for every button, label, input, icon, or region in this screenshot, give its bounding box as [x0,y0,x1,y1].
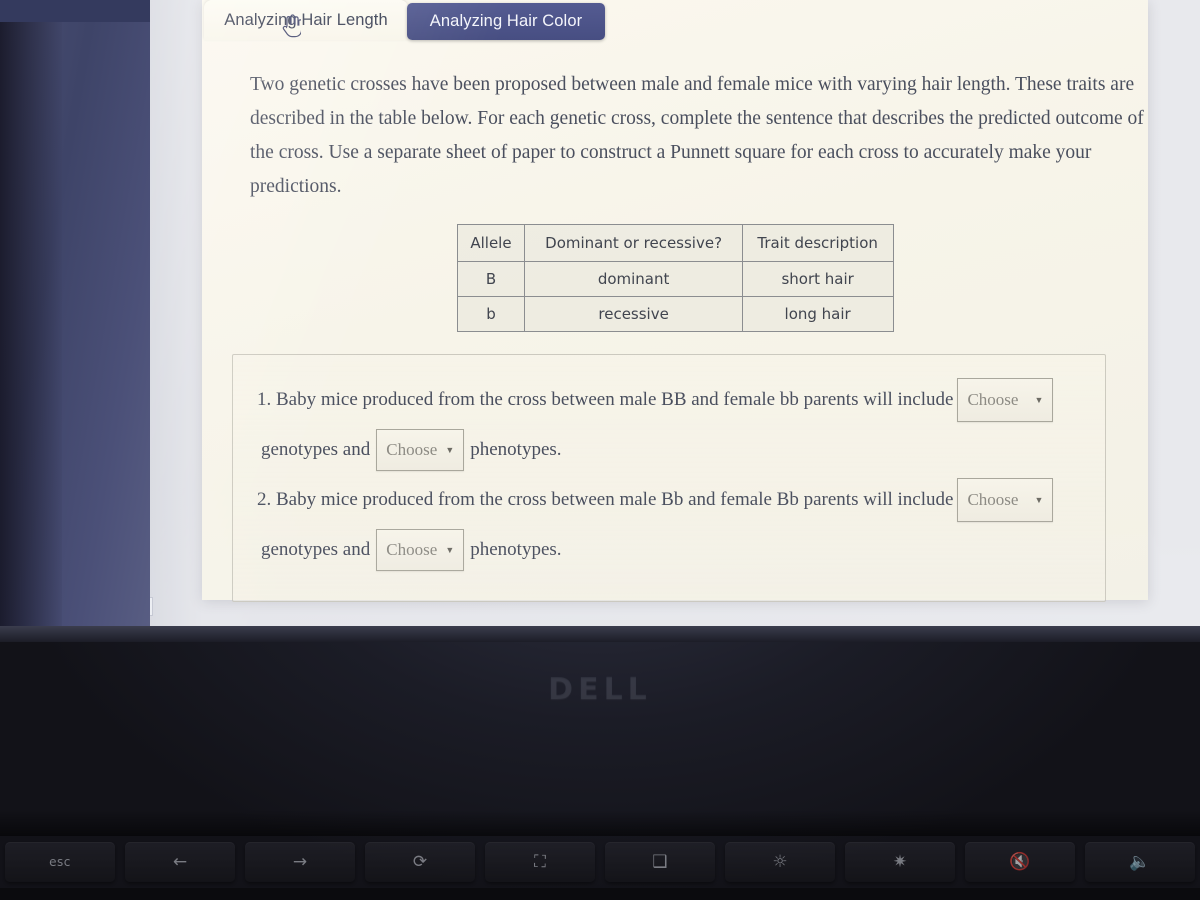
lesson-content: Two genetic crosses have been proposed b… [202,42,1148,602]
fullscreen-key[interactable]: ⛶ [485,842,595,882]
tab-strip: Analyzing Hair Length Analyzing Hair Col… [150,0,1200,42]
browser-status-bar: javascript:void(0); [150,597,154,616]
tab-label: Analyzing Hair Length [224,10,388,29]
brightness-down-key[interactable]: ☼ [725,842,835,882]
dropdown-value: Choose [967,490,1019,509]
dropdown-value: Choose [386,540,438,559]
forward-key[interactable]: → [245,842,355,882]
question-1-line-2: genotypes and Choose ▼ phenotypes. [257,425,1081,475]
function-key-row: esc ← → ⟳ ⛶ ❑ ☼ ✷ 🔇 🔈 [0,836,1200,888]
brightness-up-key[interactable]: ✷ [845,842,955,882]
dell-brand-logo: DELL [548,672,652,707]
question-2-mid-text: genotypes and [261,539,371,560]
brightness-down-icon: ☼ [772,852,788,872]
question-1-mid-text: genotypes and [261,439,371,460]
forward-arrow-icon: → [292,852,308,872]
chevron-down-icon: ▼ [1034,494,1044,505]
laptop-bottom-edge [0,888,1200,900]
column-header-dominant-or-recessive: Dominant or recessive? [524,224,743,262]
reload-key[interactable]: ⟳ [365,842,475,882]
key-glyph: esc [49,855,71,869]
reload-icon: ⟳ [412,852,428,872]
volume-icon: 🔈 [1129,852,1151,872]
question-2-tail-text: phenotypes. [470,539,562,560]
window-overview-icon: ❑ [652,852,668,872]
brightness-up-icon: ✷ [892,852,908,872]
intro-paragraph: Two genetic crosses have been proposed b… [250,74,1144,197]
screen-bezel-left [0,0,160,628]
laptop-hinge [0,626,1200,642]
questions-panel: 1. Baby mice produced from the cross bet… [232,354,1106,602]
browser-screen: Analyzing Hair Length Analyzing Hair Col… [150,0,1200,626]
keyboard-shadow [0,810,1200,836]
trait-table-wrapper: Allele Dominant or recessive? Trait desc… [456,224,894,332]
tab-analyzing-hair-length[interactable]: Analyzing Hair Length [204,0,408,40]
column-header-allele: Allele [456,224,526,262]
question-2-line-2: genotypes and Choose ▼ phenotypes. [257,525,1081,575]
question-1-tail-text: phenotypes. [470,439,562,460]
question-2-genotypes-dropdown[interactable]: Choose ▼ [957,478,1054,522]
cell-allele: B [456,261,526,297]
back-key[interactable]: ← [125,842,235,882]
column-header-trait-description: Trait description [741,224,894,262]
dropdown-value: Choose [386,440,438,459]
question-1-genotypes-dropdown[interactable]: Choose ▼ [957,378,1054,422]
volume-down-key[interactable]: 🔈 [1085,842,1195,882]
mute-icon: 🔇 [1009,852,1031,872]
cell-dominance: dominant [524,261,743,297]
question-2-phenotypes-dropdown[interactable]: Choose ▼ [376,529,465,571]
overview-key[interactable]: ❑ [605,842,715,882]
question-1-lead-text: 1. Baby mice produced from the cross bet… [257,389,954,410]
cell-allele: b [456,296,526,332]
cell-trait: short hair [741,261,894,297]
esc-key[interactable]: esc [5,842,115,882]
question-1-line-1: 1. Baby mice produced from the cross bet… [257,375,1081,425]
mute-key[interactable]: 🔇 [965,842,1075,882]
question-1-phenotypes-dropdown[interactable]: Choose ▼ [376,429,465,471]
tab-label: Analyzing Hair Color [429,12,583,30]
question-2-line-1: 2. Baby mice produced from the cross bet… [257,475,1081,525]
cell-trait: long hair [741,296,894,332]
laptop-body: DELL esc ← → ⟳ ⛶ ❑ ☼ ✷ 🔇 🔈 [0,626,1200,900]
back-arrow-icon: ← [172,852,188,872]
cell-dominance: recessive [524,296,743,332]
fullscreen-icon: ⛶ [534,852,546,872]
question-2-lead-text: 2. Baby mice produced from the cross bet… [257,489,954,510]
table-row: b recessive long hair [456,296,894,332]
table-row: B dominant short hair [456,261,894,297]
tab-analyzing-hair-color[interactable]: Analyzing Hair Color [407,3,605,40]
trait-table: Allele Dominant or recessive? Trait desc… [456,224,894,332]
laptop-photo: Analyzing Hair Length Analyzing Hair Col… [0,0,1200,900]
dropdown-value: Choose [967,390,1019,409]
chevron-down-icon: ▼ [445,444,455,455]
chevron-down-icon: ▼ [445,544,455,555]
chevron-down-icon: ▼ [1034,394,1044,405]
table-header-row: Allele Dominant or recessive? Trait desc… [456,224,894,262]
